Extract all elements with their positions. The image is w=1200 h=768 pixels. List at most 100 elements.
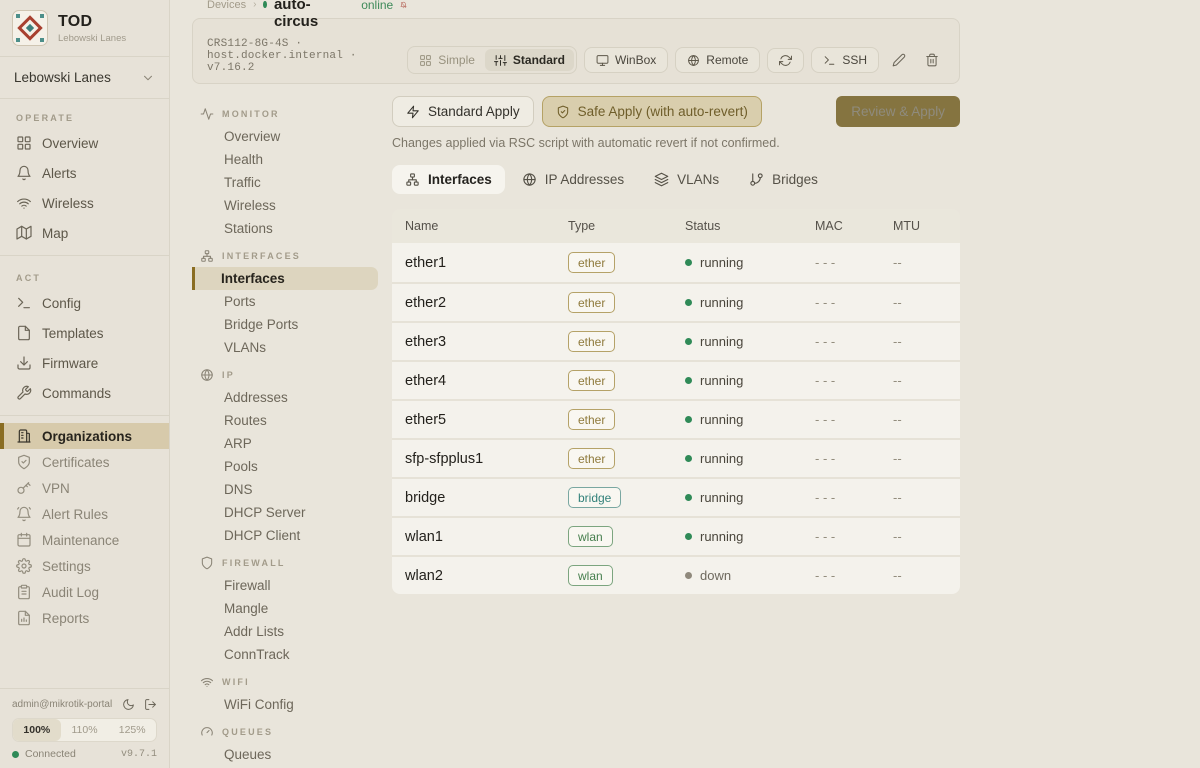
breadcrumb-devices[interactable]: Devices xyxy=(207,0,246,11)
interface-name: sfp-sfpplus1 xyxy=(405,451,568,467)
mac-cell: - - - xyxy=(815,334,893,349)
trash-button[interactable] xyxy=(919,47,945,73)
status-dot xyxy=(685,338,692,345)
table-row-ether2[interactable]: ether2 ether running - - - -- xyxy=(392,282,960,321)
hierarchy-icon xyxy=(200,249,214,263)
tab-vlans[interactable]: VLANs xyxy=(641,165,732,194)
subnav-item-conntrack[interactable]: ConnTrack xyxy=(192,643,378,666)
globe-icon xyxy=(522,172,537,187)
subnav-item-addresses[interactable]: Addresses xyxy=(192,386,378,409)
standard-apply-button[interactable]: Standard Apply xyxy=(392,96,534,127)
pencil-button[interactable] xyxy=(886,47,912,73)
view-mode-simple[interactable]: Simple xyxy=(410,49,484,71)
subnav-item-ports[interactable]: Ports xyxy=(192,290,378,313)
refresh-icon xyxy=(779,54,792,67)
table-row-ether3[interactable]: ether3 ether running - - - -- xyxy=(392,321,960,360)
subnav-item-routes[interactable]: Routes xyxy=(192,409,378,432)
table-row-wlan2[interactable]: wlan2 wlan down - - - -- xyxy=(392,555,960,594)
view-mode-standard[interactable]: Standard xyxy=(485,49,574,71)
table-row-bridge[interactable]: bridge bridge running - - - -- xyxy=(392,477,960,516)
zoom-option-125[interactable]: 125% xyxy=(108,719,156,741)
sidebar-item-reports[interactable]: Reports xyxy=(0,605,169,631)
subnav-item-dhcp-server[interactable]: DHCP Server xyxy=(192,501,378,524)
tab-bridges[interactable]: Bridges xyxy=(736,165,831,194)
interfaces-table: NameTypeStatusMACMTU ether1 ether runnin… xyxy=(392,209,960,594)
mac-cell: - - - xyxy=(815,295,893,310)
sidebar-item-vpn[interactable]: VPN xyxy=(0,475,169,501)
subnav-item-health[interactable]: Health xyxy=(192,148,378,171)
sidebar-item-settings[interactable]: Settings xyxy=(0,553,169,579)
subnav-item-interfaces[interactable]: Interfaces xyxy=(192,267,378,290)
subnav-item-bridge-ports[interactable]: Bridge Ports xyxy=(192,313,378,336)
primary-sidebar: TOD Lebowski Lanes Lebowski Lanes OPERAT… xyxy=(0,0,170,768)
sidebar-item-alerts[interactable]: Alerts xyxy=(0,158,169,188)
subnav-item-queues[interactable]: Queues xyxy=(192,743,378,766)
subnav-group-wifi: WIFI xyxy=(192,666,392,693)
subnav-item-mangle[interactable]: Mangle xyxy=(192,597,378,620)
table-row-ether1[interactable]: ether1 ether running - - - -- xyxy=(392,243,960,282)
sidebar-item-label: Audit Log xyxy=(42,585,99,600)
ssh-button[interactable]: SSH xyxy=(811,47,879,73)
sidebar-item-audit-log[interactable]: Audit Log xyxy=(0,579,169,605)
review-apply-button[interactable]: Review & Apply xyxy=(836,96,960,127)
sidebar-item-maintenance[interactable]: Maintenance xyxy=(0,527,169,553)
notifications-off-icon[interactable] xyxy=(400,0,407,12)
subnav-item-dhcp-client[interactable]: DHCP Client xyxy=(192,524,378,547)
user-email: admin@mikrotik-portal.dev xyxy=(12,699,113,710)
device-name: ap-service-auto-circus xyxy=(274,0,354,30)
safe-apply-button[interactable]: Safe Apply (with auto-revert) xyxy=(542,96,762,127)
grid-icon xyxy=(419,54,432,67)
remote-button[interactable]: Remote xyxy=(675,47,760,73)
sidebar-item-organizations[interactable]: Organizations xyxy=(0,423,169,449)
mtu-cell: -- xyxy=(893,334,947,349)
subnav-item-vlans[interactable]: VLANs xyxy=(192,336,378,359)
status-dot xyxy=(685,494,692,501)
tab-ip-addresses[interactable]: IP Addresses xyxy=(509,165,637,194)
wifi-icon xyxy=(200,675,214,689)
sidebar-item-config[interactable]: Config xyxy=(0,288,169,318)
winbox-button[interactable]: WinBox xyxy=(584,47,668,73)
subnav-item-firewall[interactable]: Firewall xyxy=(192,574,378,597)
subnav-item-dns[interactable]: DNS xyxy=(192,478,378,501)
subnav-item-traffic[interactable]: Traffic xyxy=(192,171,378,194)
sidebar-item-firmware[interactable]: Firmware xyxy=(0,348,169,378)
logout-icon[interactable] xyxy=(144,698,157,711)
mac-cell: - - - xyxy=(815,490,893,505)
dark-mode-icon[interactable] xyxy=(122,698,135,711)
terminal-icon xyxy=(16,295,32,311)
subnav-item-wireless[interactable]: Wireless xyxy=(192,194,378,217)
zoom-option-100[interactable]: 100% xyxy=(13,719,61,741)
sidebar-item-map[interactable]: Map xyxy=(0,218,169,248)
sidebar-item-wireless[interactable]: Wireless xyxy=(0,188,169,218)
subnav-item-pools[interactable]: Pools xyxy=(192,455,378,478)
table-row-sfp-sfpplus1[interactable]: sfp-sfpplus1 ether running - - - -- xyxy=(392,438,960,477)
sidebar-item-label: Organizations xyxy=(42,429,132,444)
bell-ring-icon xyxy=(16,506,32,522)
sidebar-item-overview[interactable]: Overview xyxy=(0,128,169,158)
brand-logo-icon xyxy=(12,10,48,46)
refresh-button[interactable] xyxy=(767,48,804,73)
sidebar-item-commands[interactable]: Commands xyxy=(0,378,169,408)
subnav-item-arp[interactable]: ARP xyxy=(192,432,378,455)
sidebar-item-certificates[interactable]: Certificates xyxy=(0,449,169,475)
grid-icon xyxy=(16,135,32,151)
zoom-option-110[interactable]: 110% xyxy=(61,719,109,741)
column-header-type: Type xyxy=(568,219,685,233)
sidebar-item-templates[interactable]: Templates xyxy=(0,318,169,348)
subnav-item-stations[interactable]: Stations xyxy=(192,217,378,240)
org-selector[interactable]: Lebowski Lanes xyxy=(0,57,169,99)
status-dot xyxy=(685,416,692,423)
shield-check-icon xyxy=(556,105,570,119)
status-dot xyxy=(685,299,692,306)
connection-label: Connected xyxy=(25,748,76,760)
sidebar-item-alert-rules[interactable]: Alert Rules xyxy=(0,501,169,527)
table-row-ether5[interactable]: ether5 ether running - - - -- xyxy=(392,399,960,438)
table-row-wlan1[interactable]: wlan1 wlan running - - - -- xyxy=(392,516,960,555)
table-row-ether4[interactable]: ether4 ether running - - - -- xyxy=(392,360,960,399)
sidebar-item-label: Certificates xyxy=(42,455,110,470)
subnav-item-wifi-config[interactable]: WiFi Config xyxy=(192,693,378,716)
tab-interfaces[interactable]: Interfaces xyxy=(392,165,505,194)
subnav-item-addr-lists[interactable]: Addr Lists xyxy=(192,620,378,643)
activity-icon xyxy=(200,107,214,121)
subnav-item-overview[interactable]: Overview xyxy=(192,125,378,148)
